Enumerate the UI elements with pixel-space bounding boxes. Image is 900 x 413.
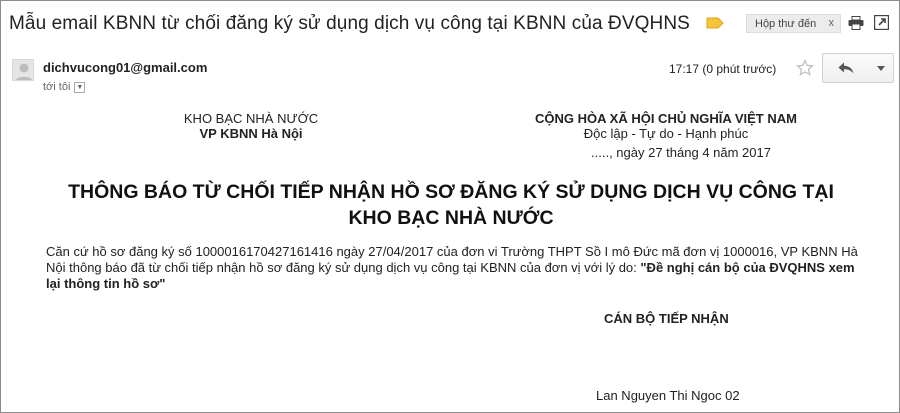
more-actions-button[interactable] [868, 53, 894, 83]
body-line-2: Nội thông báo đã từ chối tiếp nhận hồ sơ… [46, 260, 886, 276]
recipients-line: tới tôi ▼ [43, 81, 86, 93]
show-details-icon[interactable]: ▼ [74, 81, 86, 93]
avatar [12, 59, 34, 81]
body-line-1: Căn cứ hồ sơ đăng ký số 1000016170427161… [46, 244, 858, 259]
body-line-2-text: Nội thông báo đã từ chối tiếp nhận hồ sơ… [46, 260, 641, 275]
org-name: KHO BẠC NHÀ NƯỚC [183, 111, 319, 126]
chevron-down-icon [877, 66, 885, 71]
reply-button[interactable] [822, 53, 869, 83]
right-header: CỘNG HÒA XÃ HỘI CHỦ NGHĨA VIỆT NAM Độc l… [481, 111, 851, 160]
left-header: KHO BẠC NHÀ NƯỚC VP KBNN Hà Nội [151, 111, 351, 141]
signer-name: Lan Nguyen Thi Ngoc 02 [596, 388, 740, 403]
email-subject: Mẫu email KBNN từ chối đăng ký sử dụng d… [9, 13, 690, 34]
email-window: Mẫu email KBNN từ chối đăng ký sử dụng d… [0, 0, 900, 413]
recipients-text: tới tôi [43, 81, 71, 93]
inbox-label-chip[interactable]: Hộp thư đến x [746, 14, 841, 33]
motto: Độc lập - Tự do - Hạnh phúc [583, 126, 749, 141]
letter-title-line-2: KHO BẠC NHÀ NƯỚC [348, 207, 554, 229]
print-icon[interactable] [848, 16, 864, 30]
star-icon[interactable] [796, 59, 814, 77]
letter-body: Căn cứ hồ sơ đăng ký số 1000016170427161… [46, 244, 886, 292]
unit-name: VP KBNN Hà Nội [199, 126, 303, 141]
reason-text-start: "Đề nghị cán bộ của ĐVQHNS xem [640, 260, 855, 275]
sender-email[interactable]: dichvucong01@gmail.com [43, 60, 207, 75]
label-icon[interactable] [706, 16, 724, 29]
subject-row: Mẫu email KBNN từ chối đăng ký sử dụng d… [9, 9, 690, 39]
reason-text-end: lại thông tin hồ sơ" [46, 276, 166, 291]
email-timestamp: 17:17 (0 phút trước) [669, 62, 777, 76]
inbox-label-text: Hộp thư đến [755, 17, 817, 30]
reply-icon [838, 62, 854, 74]
open-new-window-icon[interactable] [873, 14, 890, 31]
signer-title: CÁN BỘ TIẾP NHẬN [604, 311, 729, 326]
letter-title-line-1: THÔNG BÁO TỪ CHỐI TIẾP NHẬN HỒ SƠ ĐĂNG K… [68, 181, 834, 203]
letter-date: ....., ngày 27 tháng 4 năm 2017 [591, 145, 771, 160]
remove-label-icon[interactable]: x [829, 17, 835, 29]
letter-title: THÔNG BÁO TỪ CHỐI TIẾP NHẬN HỒ SƠ ĐĂNG K… [31, 179, 871, 231]
country-name: CỘNG HÒA XÃ HỘI CHỦ NGHĨA VIỆT NAM [535, 111, 797, 126]
